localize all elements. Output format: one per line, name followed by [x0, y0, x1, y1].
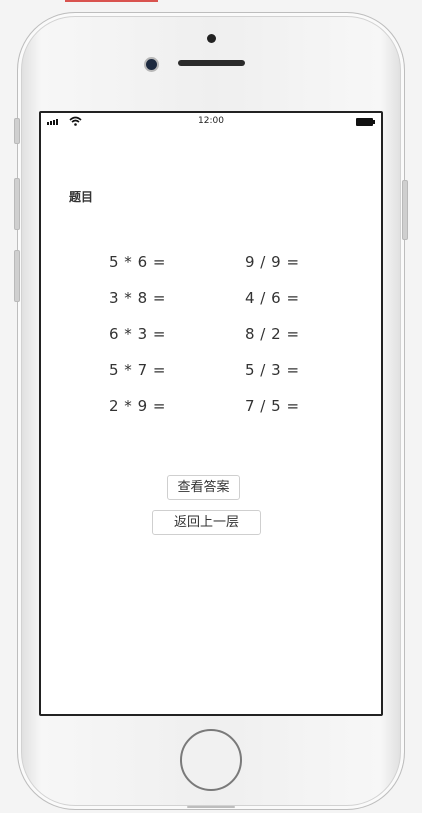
- earpiece-speaker: [178, 60, 245, 66]
- problem-item: 9 / 9 =: [245, 253, 300, 271]
- go-back-button[interactable]: 返回上一层: [152, 510, 261, 535]
- problem-grid: 5 * 6 = 3 * 8 = 6 * 3 = 5 * 7 = 2 * 9 = …: [41, 113, 381, 714]
- phone-screen: 12:00 题目 5 * 6 = 3 * 8 = 6 * 3 = 5 * 7 =…: [39, 111, 383, 716]
- volume-up-button: [14, 178, 20, 230]
- power-button: [402, 180, 408, 240]
- problem-item: 6 * 3 =: [109, 325, 166, 343]
- problem-item: 5 * 7 =: [109, 361, 166, 379]
- volume-down-button: [14, 250, 20, 302]
- view-answer-button[interactable]: 查看答案: [167, 475, 240, 500]
- front-camera: [207, 34, 216, 43]
- problem-item: 5 / 3 =: [245, 361, 300, 379]
- problem-item: 3 * 8 =: [109, 289, 166, 307]
- bottom-edge: [187, 806, 235, 808]
- problem-item: 5 * 6 =: [109, 253, 166, 271]
- mute-switch: [14, 118, 20, 144]
- page: 12:00 题目 5 * 6 = 3 * 8 = 6 * 3 = 5 * 7 =…: [0, 0, 422, 813]
- home-button[interactable]: [180, 729, 242, 791]
- problem-item: 7 / 5 =: [245, 397, 300, 415]
- proximity-sensor: [144, 57, 159, 72]
- problem-item: 2 * 9 =: [109, 397, 166, 415]
- problem-item: 4 / 6 =: [245, 289, 300, 307]
- top-accent-bar: [65, 0, 158, 2]
- problem-item: 8 / 2 =: [245, 325, 300, 343]
